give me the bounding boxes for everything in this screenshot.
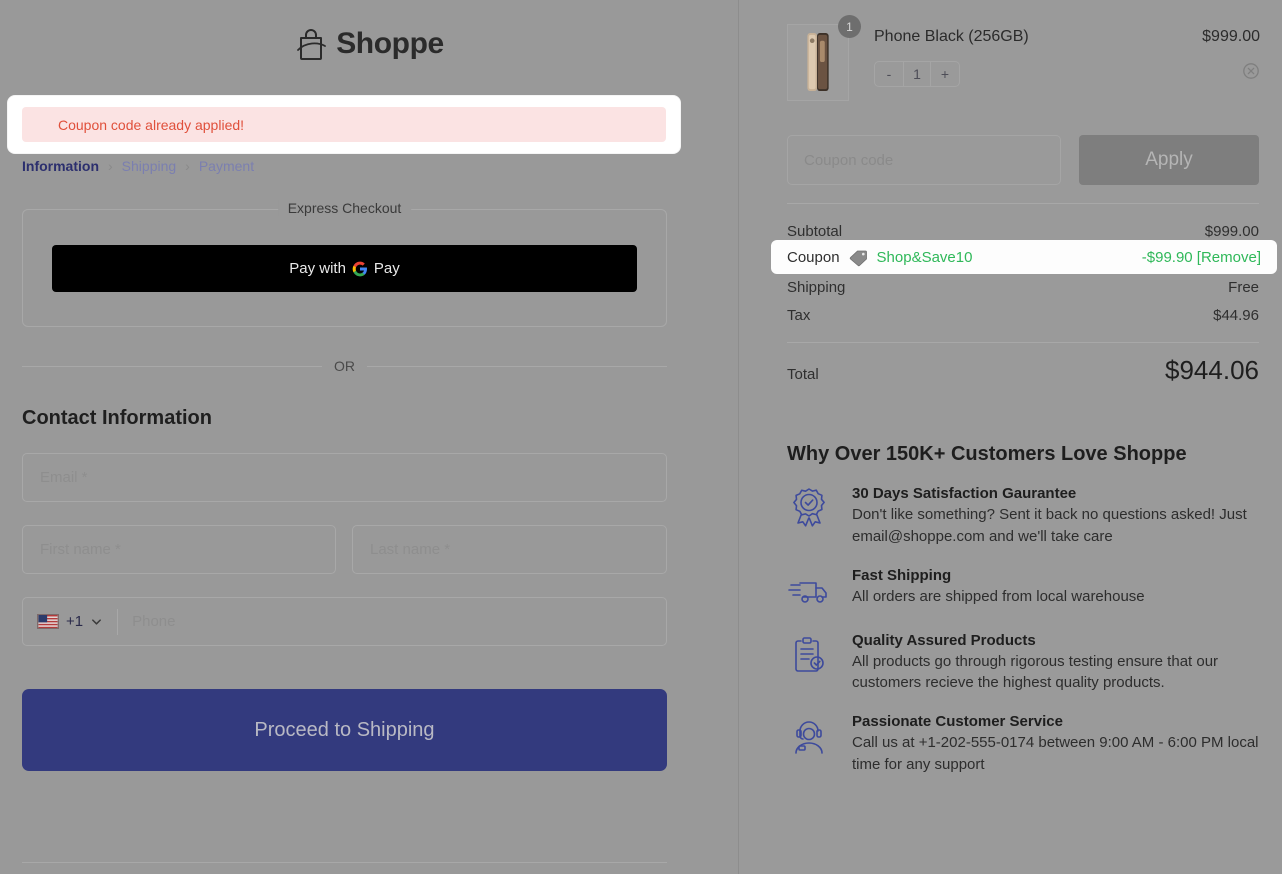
alert-message: Coupon code already applied! [58,116,245,133]
brand-logo[interactable]: Shoppe [0,0,738,62]
phone-divider [117,608,119,635]
benefit-body: All orders are shipped from local wareho… [852,587,1145,605]
price-tag-icon [849,248,868,267]
order-summary-pane: 1 Phone Black (256GB) - 1 + $999.00 Coup… [739,0,1282,874]
express-checkout-legend: Express Checkout [277,200,412,216]
benefit-text-shipping: Fast Shipping All orders are shipped fro… [852,567,1145,613]
proceed-to-shipping-button[interactable]: Proceed to Shipping [22,689,667,771]
total-label: Total [787,366,819,383]
divider-line-left [22,365,322,367]
contact-information-heading: Contact Information [22,407,212,429]
shipping-value: Free [1228,278,1259,296]
quantity-stepper: - 1 + [874,61,960,87]
google-pay-button[interactable]: Pay with Pay [52,245,637,292]
product-price-column: $999.00 [1168,24,1260,80]
dial-code-label: +1 [66,613,84,630]
tax-value: $44.96 [1213,306,1259,324]
benefit-text-quality: Quality Assured Products All products go… [852,632,1260,695]
shopping-bag-icon [294,26,328,62]
us-flag-icon [37,614,59,629]
coupon-entry-area: Coupon code Apply [787,135,1260,185]
chevron-right-icon: › [185,158,190,174]
product-details: Phone Black (256GB) - 1 + [874,24,1168,87]
coupon-section-divider [787,203,1259,204]
order-totals: Subtotal $999.00 Coupon Shop&Save10 -$99… [771,217,1277,386]
error-alert: Coupon code already applied! [22,107,666,142]
alert-highlight-wrapper: Coupon code already applied! [8,96,680,153]
last-name-field[interactable]: Last name * [352,525,667,574]
divider-line-right [367,365,667,367]
benefit-heading: Fast Shipping [852,566,952,584]
phone-field[interactable]: +1 Phone [22,597,667,646]
subtotal-value: $999.00 [1204,222,1259,240]
remove-circle-icon[interactable] [1168,62,1260,80]
last-name-placeholder: Last name * [370,541,451,558]
clipboard-check-icon [787,632,831,695]
chevron-down-icon [90,615,103,628]
benefits-heading: Why Over 150K+ Customers Love Shoppe [787,443,1187,465]
product-price: $999.00 [1202,28,1260,45]
coupon-code-input[interactable]: Coupon code [787,135,1061,185]
benefit-item-shipping: Fast Shipping All orders are shipped fro… [787,567,1260,613]
benefit-heading: 30 Days Satisfaction Gaurantee [852,485,1077,502]
totals-divider [787,342,1259,343]
tax-row: Tax $44.96 [787,301,1259,329]
benefit-item-satisfaction: 30 Days Satisfaction Gaurantee Don't lik… [787,485,1260,548]
breadcrumb-item-information[interactable]: Information [22,158,99,174]
benefit-text-support: Passionate Customer Service Call us at +… [852,713,1260,776]
phone-product-image [787,24,849,101]
satisfaction-badge-icon [787,485,831,548]
product-thumbnail-wrapper: 1 [787,15,861,101]
coupon-label: Coupon [787,248,840,266]
benefit-body: All products go through rigorous testing… [852,652,1219,692]
google-pay-prefix-label: Pay with [289,260,346,277]
quantity-decrement-button[interactable]: - [875,62,903,86]
benefit-body: Call us at +1-202-555-0174 between 9:00 … [852,734,1259,773]
benefit-item-quality: Quality Assured Products All products go… [787,632,1260,695]
or-label: OR [334,358,355,374]
quantity-badge: 1 [838,15,861,38]
coupon-discount-remove[interactable]: -$99.90 [Remove] [1142,249,1261,266]
benefit-item-support: Passionate Customer Service Call us at +… [787,713,1260,776]
checkout-page: Shoppe Coupon code already applied! Info… [0,0,1282,874]
benefit-text-satisfaction: 30 Days Satisfaction Gaurantee Don't lik… [852,485,1260,548]
benefit-heading: Passionate Customer Service [852,713,1063,730]
shipping-row: Shipping Free [787,273,1259,301]
quantity-value[interactable]: 1 [903,62,931,86]
express-checkout-section: Express Checkout Pay with Pay [22,200,667,327]
delivery-truck-icon [787,567,831,613]
breadcrumb-item-shipping[interactable]: Shipping [122,158,177,174]
coupon-row-highlighted: Coupon Shop&Save10 -$99.90 [Remove] [771,240,1277,274]
first-name-placeholder: First name * [40,541,121,558]
coupon-row-left: Coupon Shop&Save10 [787,248,972,267]
brand-name: Shoppe [336,27,444,60]
breadcrumb-item-payment[interactable]: Payment [199,158,254,174]
checkout-left-pane: Shoppe Coupon code already applied! Info… [0,0,739,874]
breadcrumb: Information › Shipping › Payment [22,158,254,174]
google-pay-suffix-label: Pay [373,260,400,277]
headset-agent-icon [787,713,831,776]
quantity-increment-button[interactable]: + [931,62,959,86]
tax-label: Tax [787,306,811,324]
first-name-field[interactable]: First name * [22,525,336,574]
benefit-body: Don't like something? Sent it back no qu… [852,506,1247,545]
coupon-code-placeholder: Coupon code [804,151,894,169]
total-row: Total $944.06 [787,355,1259,386]
email-field[interactable]: Email * [22,453,667,502]
apply-coupon-button[interactable]: Apply [1079,135,1259,185]
chevron-right-icon: › [108,158,113,174]
total-value: $944.06 [1165,355,1259,385]
country-code-selector[interactable]: +1 [37,613,103,630]
footer-divider [22,862,667,863]
subtotal-label: Subtotal [787,222,843,240]
benefit-heading: Quality Assured Products [852,631,1036,649]
product-name: Phone Black (256GB) [874,28,1029,45]
shipping-label: Shipping [787,278,846,296]
or-divider: OR [22,358,667,374]
applied-coupon-code: Shop&Save10 [876,248,973,266]
cart-line-item: 1 Phone Black (256GB) - 1 + $999.00 [787,15,1260,101]
email-placeholder: Email * [40,469,88,486]
google-g-icon [352,261,368,277]
phone-placeholder: Phone [132,613,176,630]
